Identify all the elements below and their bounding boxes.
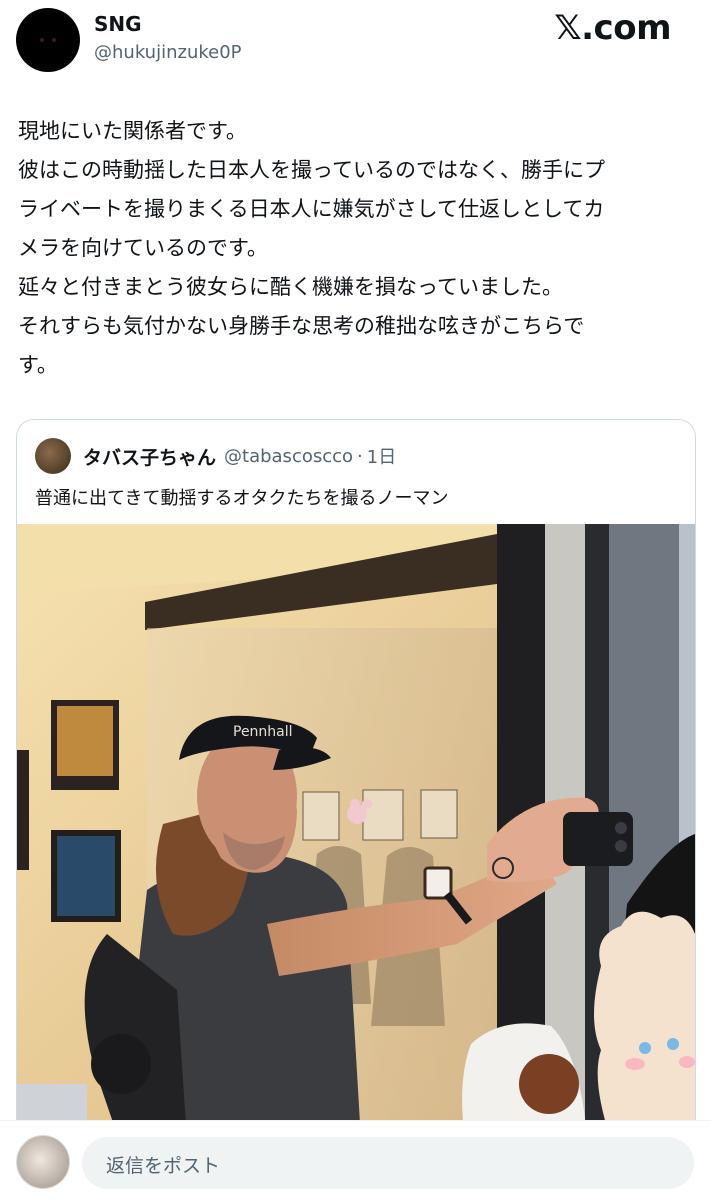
author-display-name[interactable]: SNG [94,12,142,36]
post-text-line: それすらも気付かない身勝手な思考の稚拙な呟きがこちらで [18,314,585,338]
current-user-avatar[interactable] [16,1135,70,1189]
quoted-author-handle: @tabascoscco [224,445,354,467]
quoted-separator: · [357,445,363,467]
post-text-line: ライベートを撮りまくる日本人に嫌気がさして仕返しとしてカ [18,197,605,221]
post-text-line: 現地にいた関係者です。 [18,119,247,143]
post-text: 現地にいた関係者です。 彼はこの時動揺した日本人を撮っているのではなく、勝手にプ… [18,112,698,385]
reply-bar: 返信をポスト [0,1120,711,1200]
quoted-photo[interactable]: Pennhall [17,524,695,1138]
reply-placeholder: 返信をポスト [106,1155,221,1177]
quoted-post-header: タバス子ちゃん @tabascoscco · 1日 [35,438,396,474]
reply-input[interactable]: 返信をポスト [82,1137,694,1189]
author-handle[interactable]: @hukujinzuke0P [94,42,242,63]
post-text-line: す。 [18,353,58,377]
author-avatar[interactable] [16,8,80,72]
post-text-line: 彼はこの時動揺した日本人を撮っているのではなく、勝手にプ [18,158,605,182]
post-text-line: 延々と付きまとう彼女らに酷く機嫌を損なっていました。 [18,275,563,299]
quoted-author-avatar [35,438,71,474]
quoted-timestamp: 1日 [366,447,397,468]
quoted-post-text: 普通に出てきて動揺するオタクたちを撮るノーマン [35,488,449,509]
photo-illustration: Pennhall [17,524,695,1138]
cap-logo: Pennhall [233,724,293,740]
post-text-line: メラを向けているのです。 [18,236,268,260]
x-logo: 𝕏.com [554,8,671,48]
quoted-author-name: タバス子ちゃん [83,446,217,469]
post-header: SNG @hukujinzuke0P 𝕏.com [0,0,711,90]
quoted-post-card[interactable]: タバス子ちゃん @tabascoscco · 1日 普通に出てきて動揺するオタク… [16,419,696,1139]
